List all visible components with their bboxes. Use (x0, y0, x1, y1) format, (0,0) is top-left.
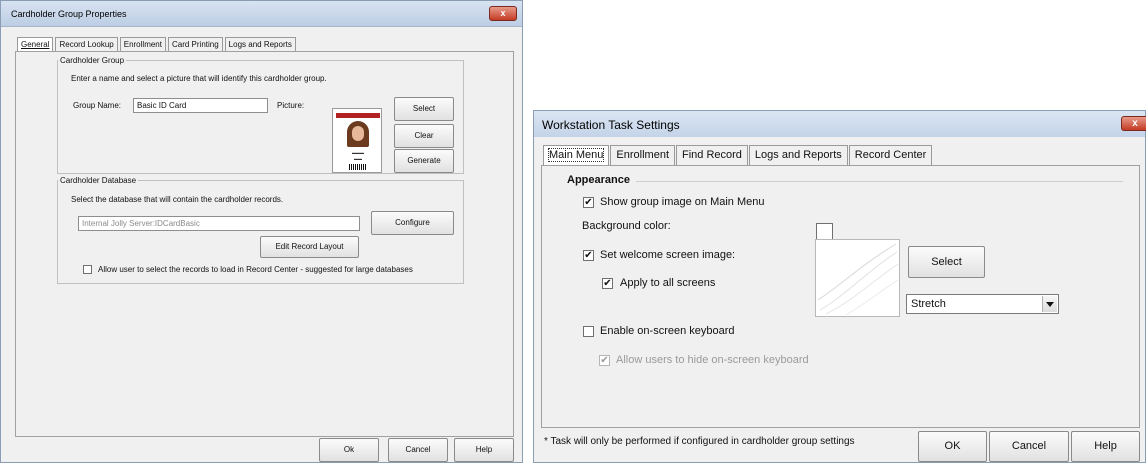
clear-picture-button[interactable]: Clear (394, 124, 454, 148)
group-instruction: Enter a name and select a picture that w… (71, 74, 327, 83)
ok-button[interactable]: Ok (319, 438, 379, 462)
welcome-image-graphic (817, 243, 899, 316)
tab-record-lookup[interactable]: Record Lookup (55, 37, 118, 52)
chevron-down-icon[interactable] (1042, 296, 1057, 312)
tab-label: Record Center (854, 149, 927, 161)
tab-strip: Main Menu Enrollment Find Record Logs an… (543, 145, 933, 166)
tab-logs-and-reports[interactable]: Logs and Reports (748, 145, 848, 166)
appearance-heading: Appearance (567, 174, 630, 186)
tab-label: Record Lookup (59, 40, 114, 49)
tab-logs-and-reports[interactable]: Logs and Reports (224, 37, 296, 52)
generate-picture-button[interactable]: Generate (394, 149, 454, 173)
apply-all-screens-label: Apply to all screens (620, 277, 716, 289)
welcome-image-label: Set welcome screen image: (600, 249, 736, 261)
window-title: Workstation Task Settings (542, 118, 680, 132)
tab-find-record[interactable]: Find Record (676, 145, 748, 166)
onscreen-keyboard-label: Enable on-screen keyboard (600, 325, 735, 337)
tab-label: Enrollment (616, 149, 669, 161)
picture-label: Picture: (277, 101, 305, 110)
show-group-image-checkbox[interactable] (583, 197, 594, 208)
select-image-button[interactable]: Select (908, 246, 985, 278)
tab-label: Enrollment (123, 40, 162, 49)
configure-button[interactable]: Configure (371, 211, 454, 235)
allow-select-records-label: Allow user to select the records to load… (98, 265, 413, 274)
select-picture-button[interactable]: Select (394, 97, 454, 121)
group-name-input[interactable]: Basic ID Card (133, 98, 268, 113)
tab-strip: General Record Lookup Enrollment Card Pr… (17, 37, 298, 52)
dropdown-value: Stretch (911, 298, 946, 310)
image-mode-dropdown[interactable]: Stretch (906, 294, 1059, 314)
help-button[interactable]: Help (1071, 431, 1140, 462)
close-button[interactable]: x (1121, 116, 1146, 131)
workstation-task-settings-dialog: Workstation Task Settings x Main Menu En… (533, 110, 1146, 463)
show-group-image-label: Show group image on Main Menu (600, 196, 765, 208)
tab-general[interactable]: General (17, 37, 54, 52)
appearance-separator (636, 181, 1123, 182)
tab-label: General (21, 40, 50, 49)
help-button[interactable]: Help (454, 438, 514, 462)
tab-main-menu[interactable]: Main Menu (543, 145, 610, 166)
tab-card-printing[interactable]: Card Printing (167, 37, 223, 52)
database-path-input[interactable]: Internal Jolly Server:IDCardBasic (78, 216, 360, 231)
ok-button[interactable]: OK (918, 431, 987, 462)
database-instruction: Select the database that will contain th… (71, 195, 284, 204)
tab-label: Main Menu (547, 148, 605, 162)
group-name-label: Group Name: (73, 101, 122, 110)
tab-record-center[interactable]: Record Center (848, 145, 933, 166)
allow-select-records-checkbox[interactable] (83, 265, 92, 274)
footnote-text: * Task will only be performed if configu… (544, 436, 855, 447)
close-button[interactable]: x (489, 6, 517, 21)
cancel-button[interactable]: Cancel (989, 431, 1069, 462)
allow-hide-keyboard-checkbox (599, 355, 610, 366)
apply-all-screens-checkbox[interactable] (602, 278, 613, 289)
tab-label: Logs and Reports (754, 149, 842, 161)
tab-label: Card Printing (171, 40, 219, 49)
background-color-swatch[interactable] (816, 223, 833, 240)
tab-enrollment[interactable]: Enrollment (119, 37, 166, 52)
section-legend: Cardholder Database (60, 176, 137, 185)
cardholder-group-properties-dialog: Cardholder Group Properties x General Re… (0, 0, 523, 463)
group-picture-thumbnail: ▬▬▬ ▬▬ (332, 108, 382, 173)
allow-hide-keyboard-label: Allow users to hide on-screen keyboard (616, 354, 809, 366)
edit-record-layout-button[interactable]: Edit Record Layout (260, 236, 359, 258)
tab-label: Find Record (682, 149, 742, 161)
welcome-image-checkbox[interactable] (583, 250, 594, 261)
cancel-button[interactable]: Cancel (388, 438, 448, 462)
window-title: Cardholder Group Properties (11, 9, 127, 19)
section-legend: Cardholder Group (60, 56, 125, 65)
onscreen-keyboard-checkbox[interactable] (583, 326, 594, 337)
background-color-label: Background color: (582, 220, 671, 232)
welcome-image-preview (815, 239, 900, 317)
tab-enrollment[interactable]: Enrollment (610, 145, 675, 166)
tab-label: Logs and Reports (228, 40, 292, 49)
